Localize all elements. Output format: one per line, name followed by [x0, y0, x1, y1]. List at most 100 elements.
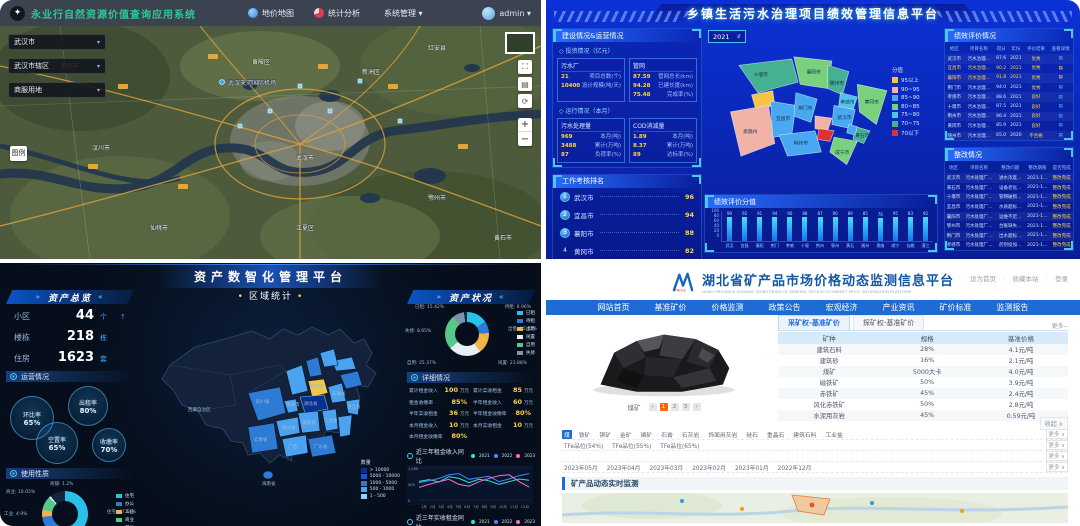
pager-page-3[interactable]: 3	[682, 403, 690, 411]
fullscreen-icon[interactable]: ⛶	[518, 60, 532, 74]
filter-chip-金矿[interactable]: 金矿	[618, 430, 634, 439]
donut-callout: 自用: 25.37%	[407, 360, 436, 366]
legend-dot	[471, 520, 475, 524]
cell: 2021	[1008, 92, 1024, 102]
refresh-icon[interactable]: ⟳	[518, 94, 532, 108]
view-detail-icon[interactable]: ▤	[1048, 102, 1073, 112]
airport-marker[interactable]	[220, 80, 225, 85]
zoom-out-button[interactable]: −	[518, 132, 532, 146]
top-link-设为首页[interactable]: 设为首页	[970, 273, 996, 283]
nav-item-基准矿价[interactable]: 基准矿价	[655, 302, 687, 313]
map-label: 黄石市	[494, 234, 512, 242]
filter-chip-重晶石[interactable]: 重晶石	[765, 430, 786, 439]
filter-chip-TFe品位(54%)[interactable]: TFe品位(54%)	[562, 441, 605, 450]
filter-chip-饰面用灰岩[interactable]: 饰面用灰岩	[706, 430, 739, 439]
filter-chip-TFe品位(55%)[interactable]: TFe品位(55%)	[610, 441, 653, 450]
pager-page-2[interactable]: 2	[671, 403, 679, 411]
nav-item-矿价标准[interactable]: 矿价标准	[940, 302, 972, 313]
divider: ｜	[1044, 273, 1051, 283]
donut-callout: 住宅: 47.64%	[107, 509, 136, 515]
tabs-more-link[interactable]: 更多--	[1052, 321, 1068, 330]
zoom-in-button[interactable]: +	[518, 118, 532, 132]
tab-采矿权-基准矿价[interactable]: 采矿权-基准矿价	[778, 315, 850, 330]
detail-value: 100	[444, 386, 458, 394]
hubei-choropleth-map[interactable]: 十堰市襄阳市随州市孝感市黄冈市恩施州宜昌市荆门市武汉市荆州市咸宁市黄石市	[709, 42, 921, 190]
layers-icon[interactable]: ▤	[518, 77, 532, 91]
top-link-登录[interactable]: 登录	[1055, 273, 1068, 283]
x-label: 6月	[464, 505, 470, 510]
tl-filter-dropdown-2[interactable]: 商服用地▾	[8, 82, 106, 98]
view-detail-icon[interactable]: ▤	[1048, 73, 1073, 83]
legend-toggle-button[interactable]: 图例	[10, 146, 27, 161]
tl-nav-item-1[interactable]: 统计分析	[314, 8, 360, 19]
nav-item-价格监测[interactable]: 价格监测	[712, 302, 744, 313]
year-select[interactable]: 2021 ⇵	[708, 30, 746, 43]
filter-chip-铁矿[interactable]: 铁矿	[577, 430, 593, 439]
filter-chip-硅石[interactable]: 硅石	[744, 430, 760, 439]
nav-item-网站首页[interactable]: 网站首页	[598, 302, 630, 313]
filter-chip-石膏[interactable]: 石膏	[659, 430, 675, 439]
pager-arrow[interactable]: ›	[693, 403, 701, 411]
filter-chip-工业盐[interactable]: 工业盐	[823, 430, 844, 439]
tl-nav-item-0[interactable]: 地价地图	[248, 8, 294, 19]
filter-chip-2023年04月[interactable]: 2023年04月	[605, 463, 643, 472]
cell: 良好	[1024, 92, 1049, 102]
view-detail-icon[interactable]: ▤	[1048, 131, 1073, 141]
view-detail-icon[interactable]: ▤	[1048, 112, 1073, 122]
bar	[923, 217, 928, 241]
map-label: 随州市	[830, 79, 845, 86]
nav-item-产业资讯[interactable]: 产业资讯	[883, 302, 915, 313]
legend-label: 住宅	[125, 493, 134, 499]
score-chart-y-axis: 100806040200	[707, 208, 719, 238]
nav-item-监测报告[interactable]: 监测报告	[997, 302, 1029, 313]
tab-探矿权-基准矿价[interactable]: 探矿权-基准矿价	[853, 315, 925, 330]
tl-filter-dropdown-1[interactable]: 武汉市辖区▾	[8, 58, 106, 74]
tl-filter-dropdown-0[interactable]: 武汉市▾	[8, 34, 106, 50]
view-detail-icon[interactable]: ▤	[1048, 92, 1073, 102]
app-logo-icon: ✦	[10, 6, 25, 21]
overview-minimap[interactable]	[505, 32, 535, 54]
top-link-收藏本站[interactable]: 收藏本站	[1013, 273, 1039, 283]
filter-more-button[interactable]: 更多 ∨	[1046, 429, 1068, 439]
stat-label: 本月(吨)	[672, 133, 693, 142]
stat-card-row: 94.28已建长度(km)	[633, 82, 693, 91]
bar	[893, 217, 898, 241]
view-detail-icon[interactable]: ▤	[1048, 121, 1073, 131]
detail-unit: 万元	[524, 423, 533, 429]
filter-chip-磷矿[interactable]: 磷矿	[639, 430, 655, 439]
view-detail-icon[interactable]: ▤	[1048, 54, 1073, 64]
filter-chip-铜矿[interactable]: 铜矿	[597, 430, 613, 439]
filter-chip-TFe品位(65%)[interactable]: TFe品位(65%)	[658, 441, 701, 450]
nav-item-宏观经济[interactable]: 宏观经济	[826, 302, 858, 313]
bar	[757, 217, 762, 241]
filter-chip-2022年12月[interactable]: 2022年12月	[776, 463, 814, 472]
realtime-monitor-map[interactable]	[562, 493, 1068, 523]
filter-chip-煤[interactable]: 煤	[562, 430, 572, 439]
filter-chip-建筑石料[interactable]: 建筑石料	[791, 430, 818, 439]
filter-chip-2023年02月[interactable]: 2023年02月	[690, 463, 728, 472]
filter-chip-石灰岩[interactable]: 石灰岩	[680, 430, 701, 439]
filter-more-button[interactable]: 更多 ∨	[1046, 462, 1068, 472]
pager-arrow[interactable]: ‹	[649, 403, 657, 411]
bar-x-label: 随州	[861, 243, 869, 249]
filter-chip-2023年03月[interactable]: 2023年03月	[647, 463, 685, 472]
coal-product-photo[interactable]	[562, 320, 766, 400]
cell: 优秀	[1024, 73, 1049, 83]
status-banner: »资产状况«	[407, 290, 535, 304]
tr-maplegend-items: 95以上90~9585~9080~8575~8070~7570以下	[892, 76, 920, 137]
pager-page-1[interactable]: 1	[660, 403, 668, 411]
nav-item-政策公告[interactable]: 政策公告	[769, 302, 801, 313]
filter-more-button[interactable]: 更多 ∨	[1046, 451, 1068, 461]
filter-more-button[interactable]: 更多 ∨	[1046, 440, 1068, 450]
view-detail-icon[interactable]: ▤	[1048, 83, 1073, 93]
filter-chip-2023年01月[interactable]: 2023年01月	[733, 463, 771, 472]
legend-swatch	[116, 494, 122, 498]
stat-card-row: 8.37累计(万吨)	[633, 142, 693, 151]
tl-nav-item-2[interactable]: 系统管理 ▾	[380, 8, 423, 19]
br-nav: 网站首页 基准矿价 价格监测 政策公告 宏观经济 产业资讯 矿价标准 监测报告	[546, 300, 1080, 315]
view-detail-icon[interactable]: ▤	[1048, 64, 1073, 74]
user-menu[interactable]: admin ▾	[482, 7, 531, 20]
map-label: 河南省	[310, 383, 324, 390]
table-row: 宜昌市污水治理…90.22021优秀▤	[945, 64, 1073, 74]
filter-chip-2023年05月[interactable]: 2023年05月	[562, 463, 600, 472]
